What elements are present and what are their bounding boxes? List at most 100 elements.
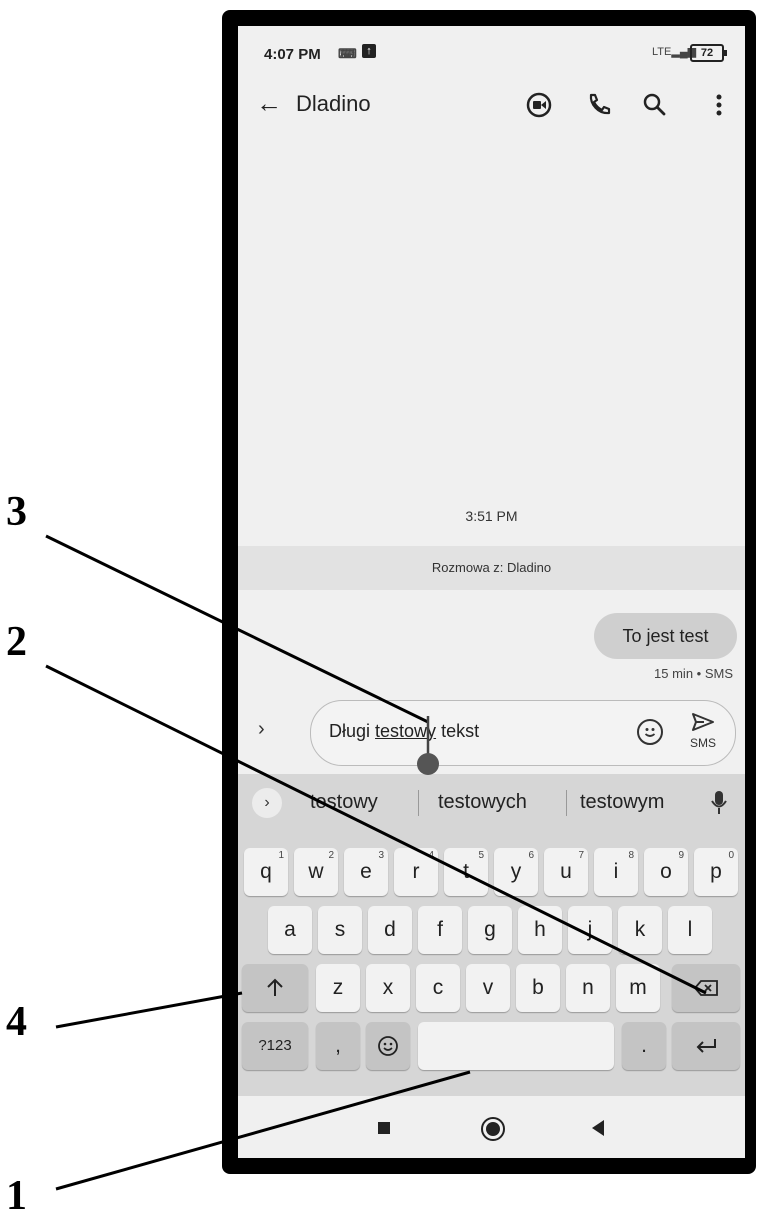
key-label: v	[482, 976, 494, 999]
key-y[interactable]: y6	[494, 848, 538, 896]
key-hint: 1	[278, 850, 284, 861]
upload-icon: ↑	[362, 44, 376, 58]
home-icon[interactable]	[481, 1117, 505, 1141]
suggestion-3[interactable]: testowym	[580, 791, 664, 814]
key-label: l	[687, 918, 693, 941]
send-label: SMS	[689, 736, 716, 750]
key-m[interactable]: m	[616, 964, 660, 1012]
comma-key[interactable]: ,	[316, 1022, 360, 1070]
key-z[interactable]: z	[316, 964, 360, 1012]
key-hint: 3	[378, 850, 384, 861]
video-call-icon[interactable]	[524, 90, 554, 120]
emoji-icon[interactable]	[637, 719, 663, 745]
suggestion-2[interactable]: testowych	[438, 791, 527, 814]
key-v[interactable]: v	[466, 964, 510, 1012]
chevron-right-icon[interactable]: ›	[258, 718, 265, 741]
key-label: f	[437, 918, 443, 941]
key-g[interactable]: g	[468, 906, 512, 954]
status-time: 4:07 PM	[264, 46, 321, 63]
arrow-left-icon[interactable]: ←	[256, 88, 282, 119]
text-underlined-word: testowy	[375, 721, 437, 741]
send-button[interactable]: SMS	[683, 711, 723, 750]
back-nav-icon[interactable]	[592, 1120, 604, 1136]
backspace-icon	[693, 980, 718, 997]
key-hint: 5	[478, 850, 484, 861]
key-hint: 7	[578, 850, 584, 861]
recents-icon[interactable]	[378, 1122, 390, 1134]
mic-icon[interactable]	[710, 790, 728, 816]
key-label: y	[510, 860, 522, 883]
key-label: a	[284, 918, 296, 941]
key-i[interactable]: i8	[594, 848, 638, 896]
callout-1: 1	[6, 1173, 27, 1219]
message-bubble[interactable]: To jest test	[594, 613, 737, 659]
key-u[interactable]: u7	[544, 848, 588, 896]
phone-icon[interactable]	[584, 90, 614, 120]
key-hint: 6	[528, 850, 534, 861]
key-label: c	[432, 976, 444, 999]
phone-screen: 4:07 PM ⌨ ↑ LTE▂▄▆ 72 ← Dladino 3:51 PM …	[238, 26, 745, 1158]
key-l[interactable]: l	[668, 906, 712, 954]
message-input-text[interactable]: Długi testowy tekst	[329, 721, 479, 742]
network-type: LTE	[652, 46, 672, 58]
key-a[interactable]: a	[268, 906, 312, 954]
key-n[interactable]: n	[566, 964, 610, 1012]
battery-icon: 72	[690, 44, 727, 62]
symbols-key[interactable]: ?123	[242, 1022, 308, 1070]
status-bar: 4:07 PM ⌨ ↑ LTE▂▄▆ 72	[238, 26, 745, 78]
emoji-key[interactable]	[366, 1022, 410, 1070]
key-r[interactable]: r4	[394, 848, 438, 896]
key-label: e	[360, 860, 372, 883]
search-icon[interactable]	[640, 90, 670, 120]
key-c[interactable]: c	[416, 964, 460, 1012]
callout-2: 2	[6, 619, 27, 665]
key-hint: 4	[428, 850, 434, 861]
key-label: m	[629, 976, 647, 999]
key-h[interactable]: h	[518, 906, 562, 954]
key-q[interactable]: q1	[244, 848, 288, 896]
message-input[interactable]: Długi testowy tekst SMS	[310, 700, 736, 766]
key-w[interactable]: w2	[294, 848, 338, 896]
key-label: s	[334, 918, 346, 941]
key-label: ,	[335, 1034, 341, 1057]
keyboard: › testowy testowych testowym q1 w2 e3 r4…	[238, 774, 745, 1096]
key-p[interactable]: p0	[694, 848, 738, 896]
key-t[interactable]: t5	[444, 848, 488, 896]
divider	[566, 790, 567, 816]
symbols-label: ?123	[258, 1037, 292, 1054]
key-hint: 2	[328, 850, 334, 861]
shift-key[interactable]	[242, 964, 308, 1012]
key-label: z	[332, 976, 344, 999]
key-hint: 9	[678, 850, 684, 861]
key-k[interactable]: k	[618, 906, 662, 954]
period-key[interactable]: .	[622, 1022, 666, 1070]
key-f[interactable]: f	[418, 906, 462, 954]
key-d[interactable]: d	[368, 906, 412, 954]
enter-icon	[696, 1039, 716, 1054]
text-before: Długi	[329, 721, 376, 741]
callout-3: 3	[6, 489, 27, 535]
suggestion-1[interactable]: testowy	[310, 791, 378, 814]
key-label: j	[587, 918, 593, 941]
key-e[interactable]: e3	[344, 848, 388, 896]
chevron-right-icon[interactable]: ›	[252, 788, 282, 818]
key-j[interactable]: j	[568, 906, 612, 954]
key-x[interactable]: x	[366, 964, 410, 1012]
key-b[interactable]: b	[516, 964, 560, 1012]
suggestion-bar: › testowy testowych testowym	[238, 774, 745, 832]
more-vert-icon[interactable]	[704, 90, 734, 120]
key-label: w	[308, 860, 324, 883]
shift-icon	[267, 979, 283, 997]
emoji-icon	[378, 1036, 398, 1057]
key-label: t	[463, 860, 469, 883]
key-label: r	[412, 860, 420, 883]
key-o[interactable]: o9	[644, 848, 688, 896]
enter-key[interactable]	[672, 1022, 740, 1070]
key-label: h	[534, 918, 546, 941]
key-s[interactable]: s	[318, 906, 362, 954]
key-label: n	[582, 976, 594, 999]
key-label: i	[613, 860, 619, 883]
keyboard-notification-icon: ⌨	[338, 46, 357, 61]
backspace-key[interactable]	[672, 964, 740, 1012]
space-key[interactable]	[418, 1022, 614, 1070]
